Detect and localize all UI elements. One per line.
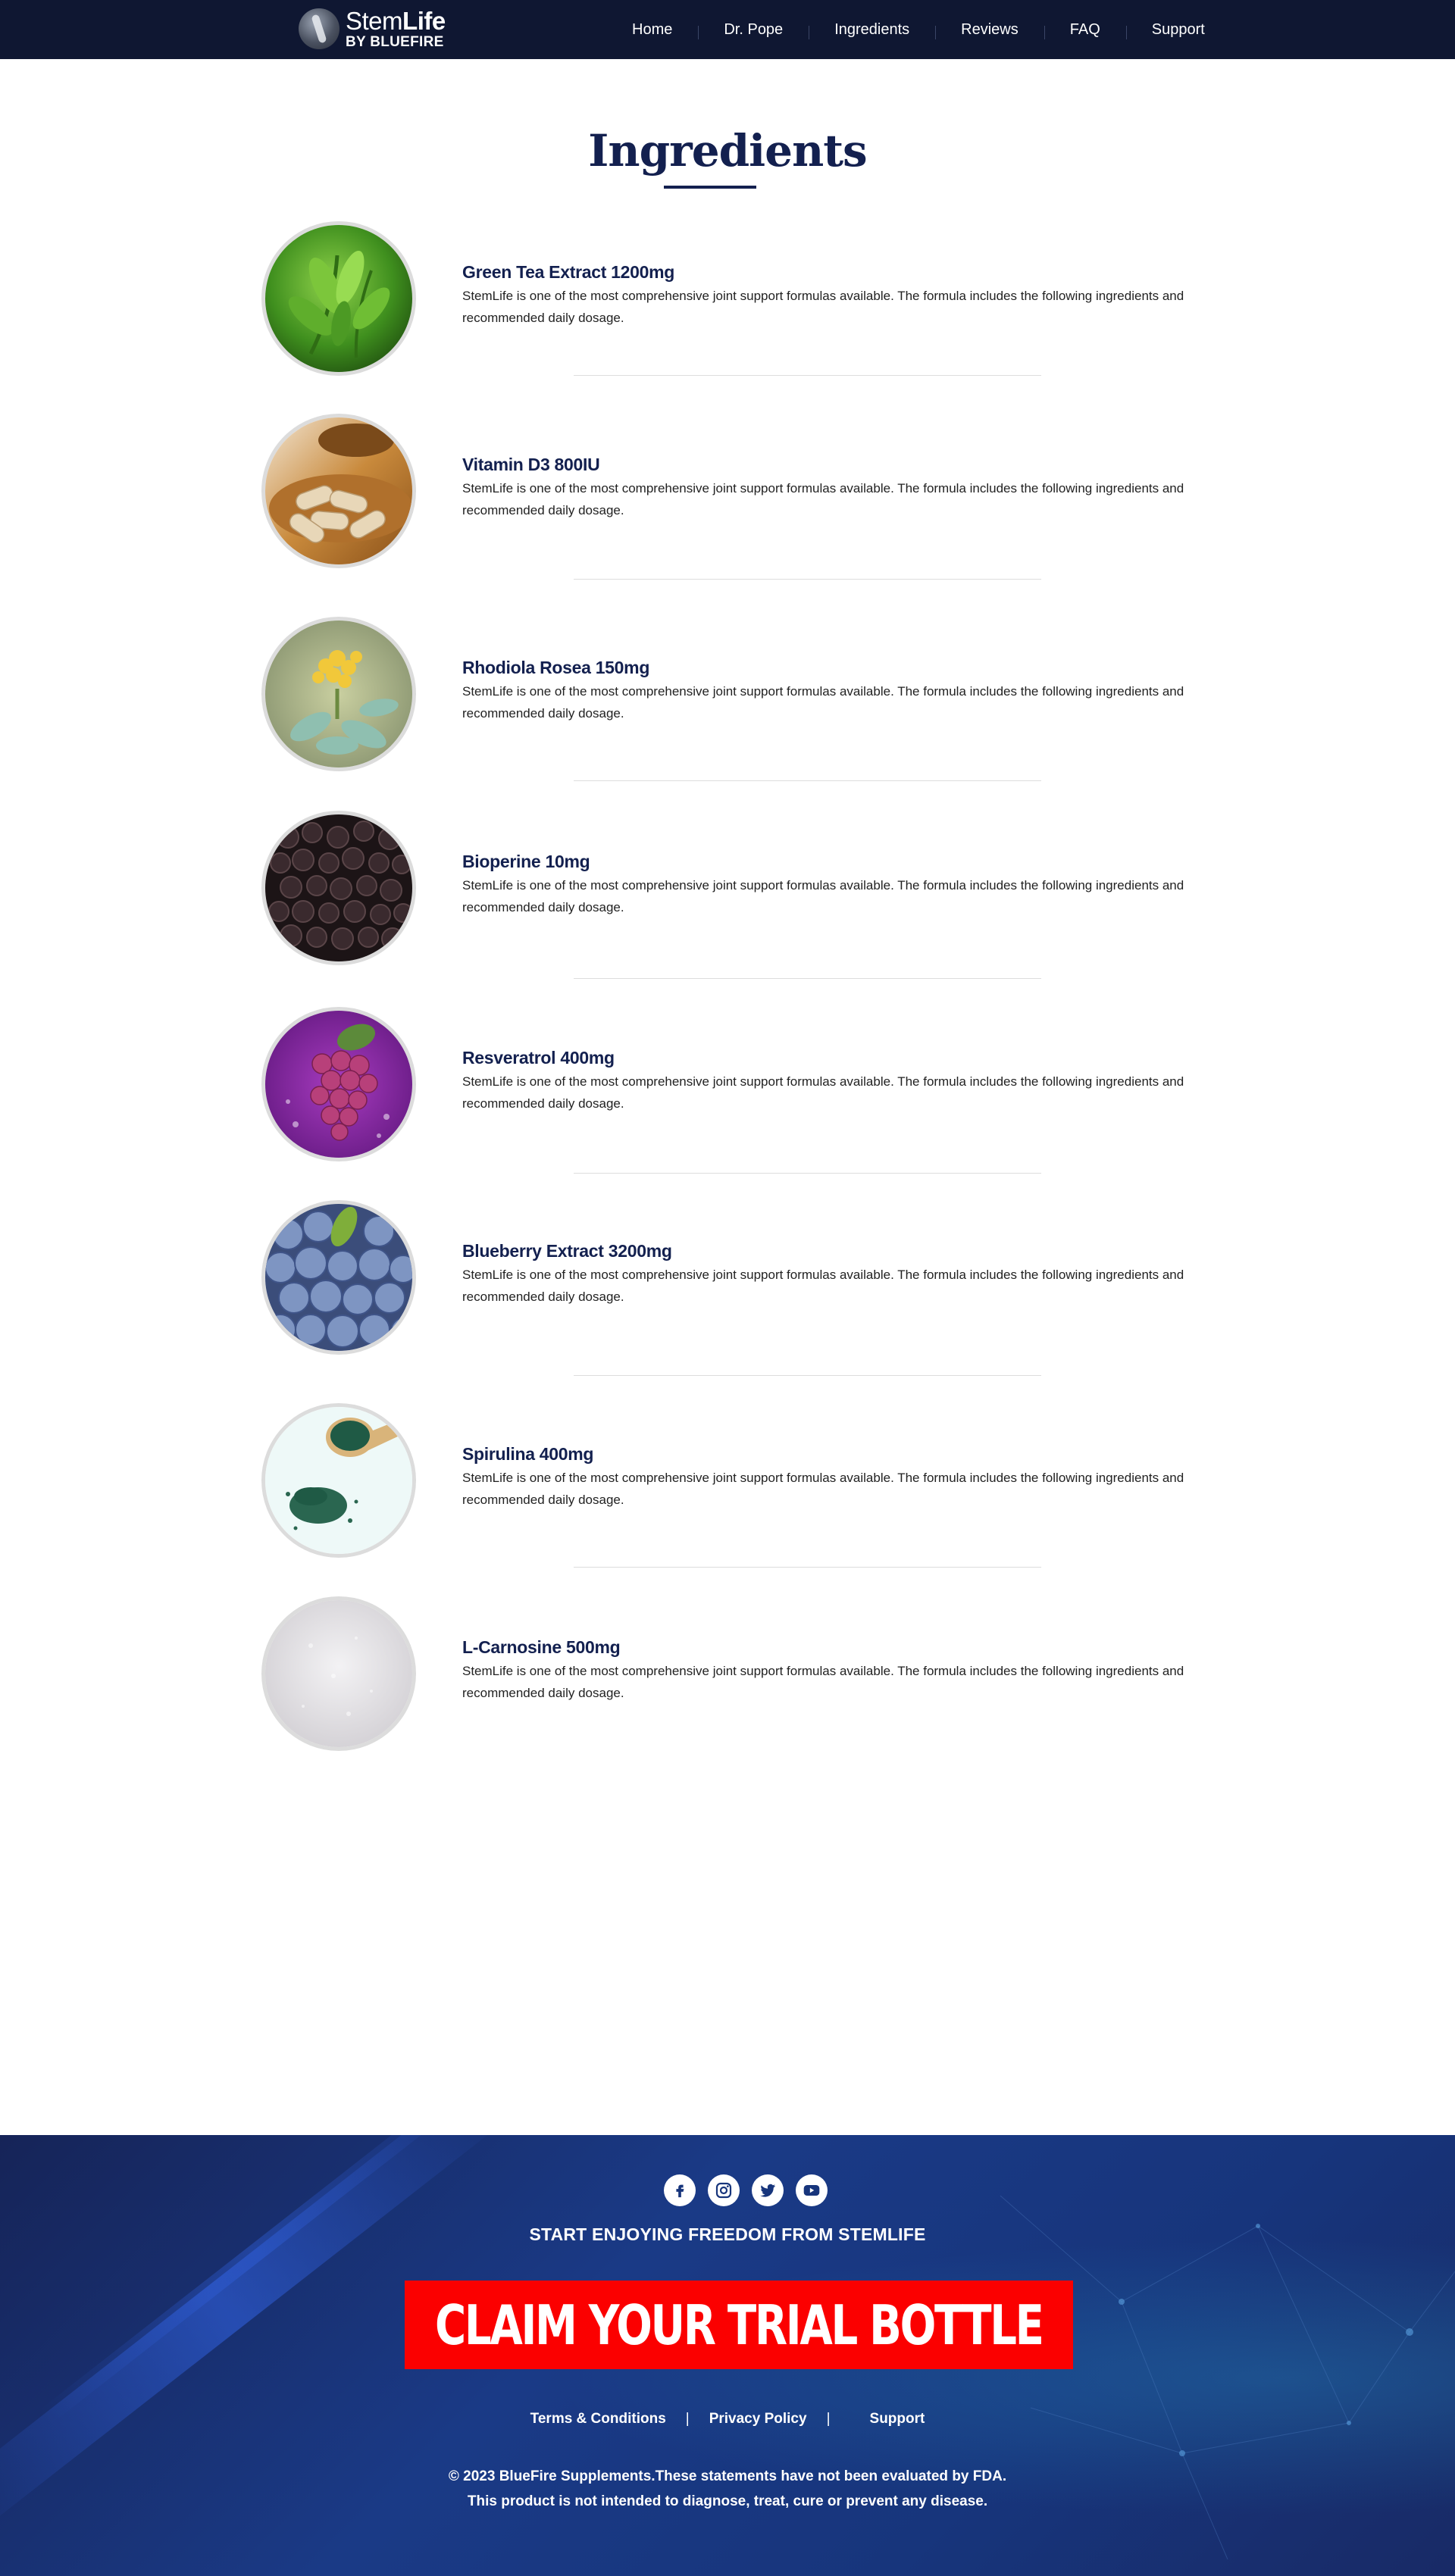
twitter-icon[interactable] (752, 2174, 784, 2206)
spirulina-photo (261, 1403, 416, 1558)
divider (574, 1173, 1041, 1174)
ingredient-item: L-Carnosine 500mg StemLife is one of the… (261, 1596, 1209, 1757)
footer-links: Terms & Conditions | Privacy Policy | Suppor… (0, 2411, 1455, 2428)
ingredient-description: StemLife is one of the most comprehensiv… (462, 684, 1184, 721)
nav-faq[interactable]: FAQ (1044, 21, 1126, 39)
logo-brand-bold: Life (402, 7, 446, 35)
instagram-icon[interactable] (708, 2174, 740, 2206)
divider (574, 375, 1041, 376)
brand-logo[interactable]: StemLife BY BLUEFIRE (299, 7, 446, 51)
footer-disclaimer: © 2023 BlueFire Supplements.These statem… (0, 2464, 1455, 2514)
ingredient-name: Vitamin D3 800IU (462, 455, 600, 474)
resveratrol-photo (261, 1007, 416, 1161)
vitamin-d3-photo (261, 414, 416, 568)
divider (574, 978, 1041, 979)
bioperine-photo (261, 811, 416, 965)
ingredient-name: Spirulina 400mg (462, 1444, 594, 1464)
logo-byline: BY BLUEFIRE (346, 34, 444, 50)
ingredient-name: Green Tea Extract 1200mg (462, 262, 675, 282)
nav-dr-pope[interactable]: Dr. Pope (698, 21, 809, 39)
ingredient-name: Rhodiola Rosea 150mg (462, 658, 650, 677)
site-footer: START ENJOYING FREEDOM FROM STEMLIFE CLA… (0, 2135, 1455, 2576)
l-carnosine-photo (261, 1596, 416, 1751)
blueberry-extract-photo (261, 1200, 416, 1355)
ingredient-description: StemLife is one of the most comprehensiv… (462, 1268, 1184, 1304)
main-nav: Home Dr. Pope Ingredients Reviews FAQ Su… (606, 0, 1231, 59)
youtube-icon[interactable] (796, 2174, 828, 2206)
ingredient-item: Resveratrol 400mg StemLife is one of the… (261, 1007, 1209, 1168)
divider (574, 1567, 1041, 1568)
divider (574, 780, 1041, 781)
title-underline (664, 186, 756, 189)
disclaimer-line: This product is not intended to diagnose… (467, 2493, 988, 2509)
cta-label: CLAIM YOUR TRIAL BOTTLE (435, 2293, 1044, 2357)
privacy-policy-link[interactable]: Privacy Policy (709, 2411, 807, 2427)
ingredient-item: Rhodiola Rosea 150mg StemLife is one of … (261, 617, 1209, 777)
claim-trial-bottle-button[interactable]: CLAIM YOUR TRIAL BOTTLE (405, 2281, 1073, 2369)
nav-support[interactable]: Support (1125, 21, 1231, 39)
social-links (664, 2174, 828, 2206)
ingredient-item: Bioperine 10mg StemLife is one of the mo… (261, 811, 1209, 971)
divider (574, 579, 1041, 580)
logo-brand-light: Stem (346, 7, 403, 35)
nav-home[interactable]: Home (606, 21, 698, 39)
facebook-icon[interactable] (664, 2174, 696, 2206)
green-tea-photo (261, 221, 416, 376)
divider (574, 1375, 1041, 1376)
logo-text: StemLife BY BLUEFIRE (346, 8, 446, 49)
link-separator: | (685, 2411, 690, 2427)
site-header: StemLife BY BLUEFIRE Home Dr. Pope Ingre… (0, 0, 1455, 59)
ingredient-name: Bioperine 10mg (462, 852, 590, 871)
copyright-line: © 2023 BlueFire Supplements.These statem… (448, 2468, 1007, 2484)
logo-mark-icon (299, 8, 340, 49)
nav-reviews[interactable]: Reviews (935, 21, 1044, 39)
ingredient-description: StemLife is one of the most comprehensiv… (462, 481, 1184, 517)
ingredient-item: Green Tea Extract 1200mg StemLife is one… (261, 221, 1209, 382)
ingredient-name: L-Carnosine 500mg (462, 1637, 621, 1657)
ingredient-description: StemLife is one of the most comprehensiv… (462, 878, 1184, 914)
ingredient-description: StemLife is one of the most comprehensiv… (462, 1074, 1184, 1111)
ingredient-item: Vitamin D3 800IU StemLife is one of the … (261, 414, 1209, 574)
terms-conditions-link[interactable]: Terms & Conditions (530, 2411, 666, 2427)
ingredient-name: Resveratrol 400mg (462, 1048, 615, 1068)
rhodiola-rosea-photo (261, 617, 416, 771)
nav-ingredients[interactable]: Ingredients (809, 21, 935, 39)
page-title: Ingredients (588, 125, 867, 177)
support-link[interactable]: Support (870, 2411, 925, 2427)
ingredient-name: Blueberry Extract 3200mg (462, 1241, 672, 1261)
ingredient-item: Spirulina 400mg StemLife is one of the m… (261, 1403, 1209, 1564)
link-separator: | (826, 2411, 831, 2427)
ingredient-description: StemLife is one of the most comprehensiv… (462, 289, 1184, 325)
ingredient-item: Blueberry Extract 3200mg StemLife is one… (261, 1200, 1209, 1361)
ingredient-description: StemLife is one of the most comprehensiv… (462, 1471, 1184, 1507)
ingredient-description: StemLife is one of the most comprehensiv… (462, 1664, 1184, 1700)
footer-tagline: START ENJOYING FREEDOM FROM STEMLIFE (529, 2224, 926, 2244)
